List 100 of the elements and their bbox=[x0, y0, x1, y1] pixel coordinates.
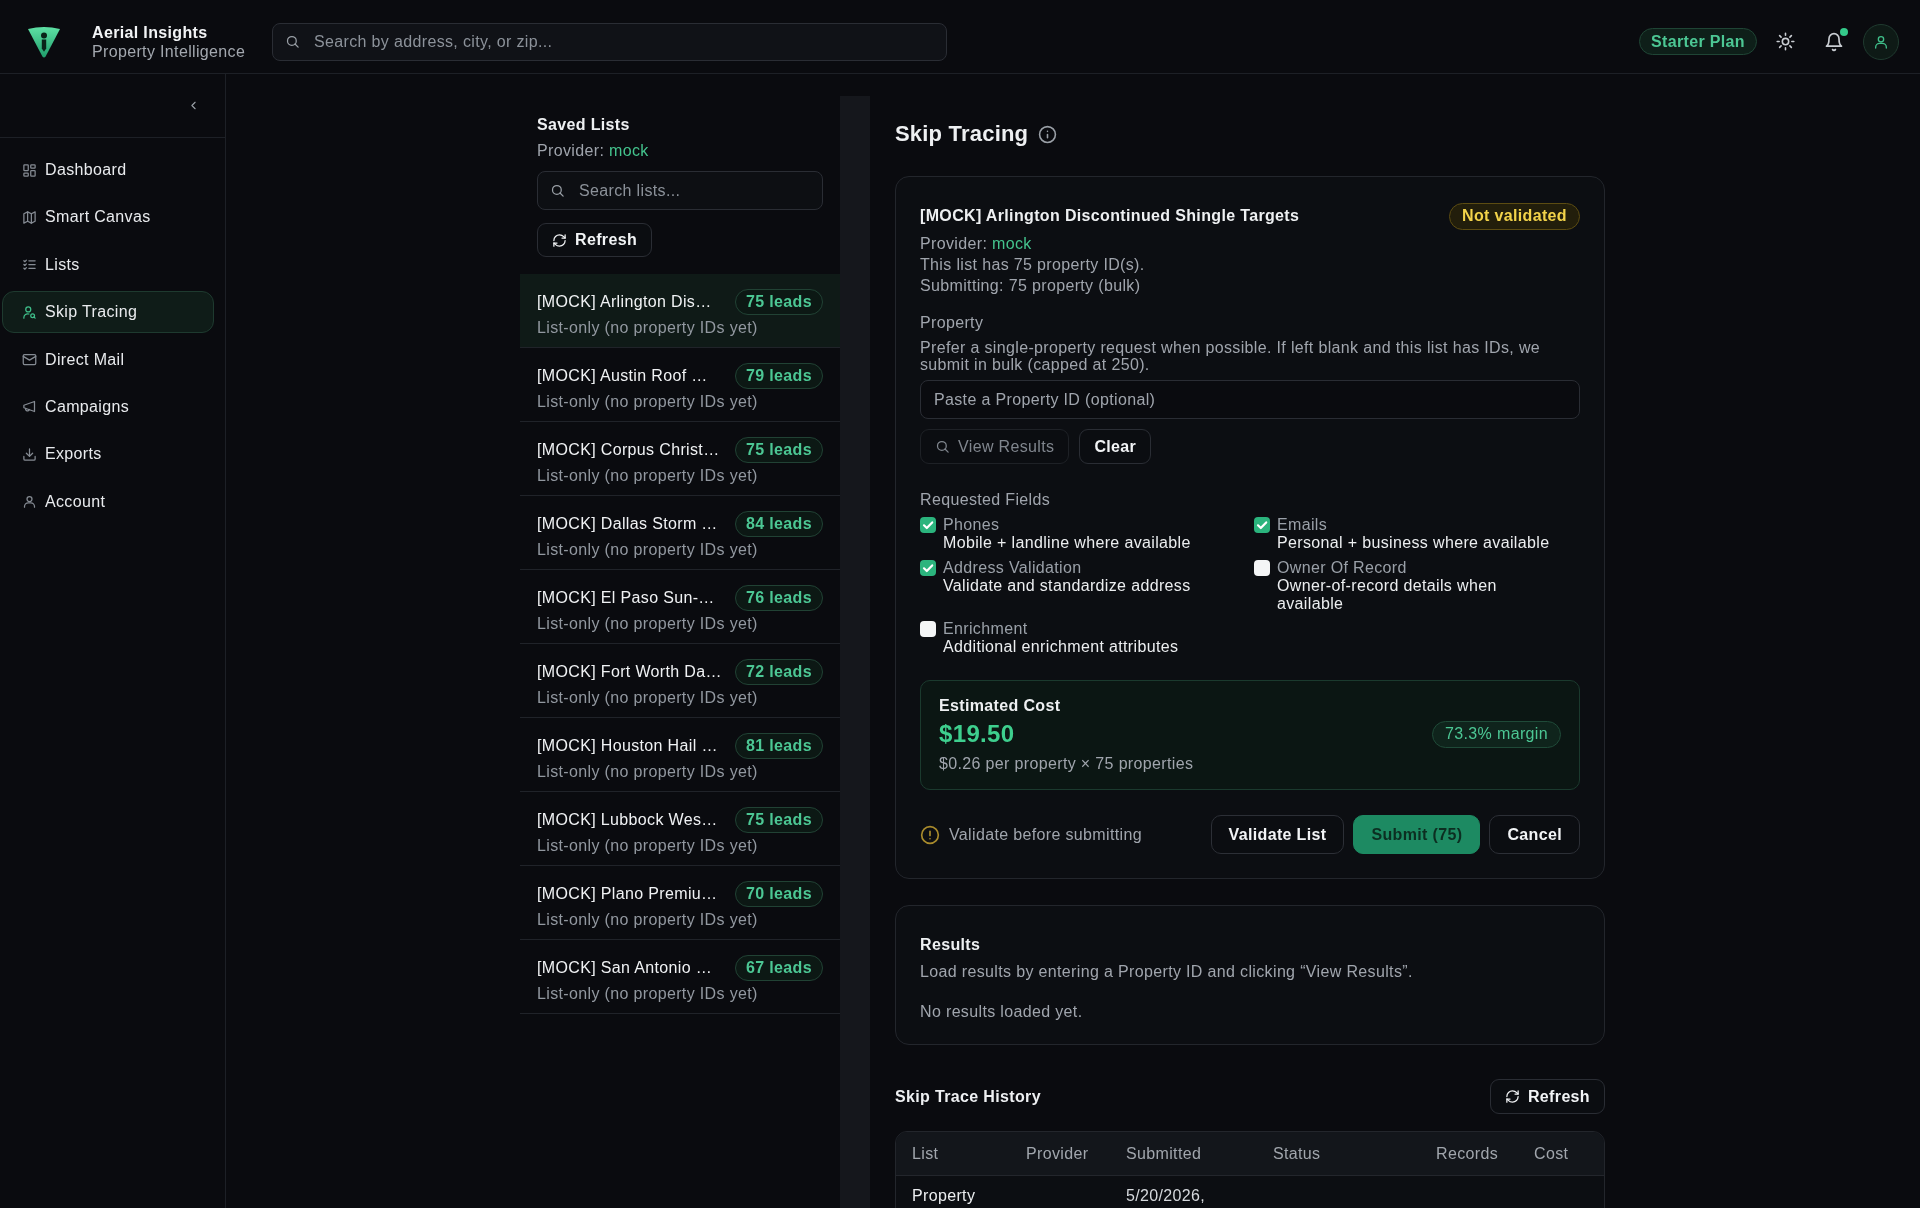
column-header: Records bbox=[1436, 1144, 1499, 1163]
list-name: [MOCK] El Paso Sun-… bbox=[537, 589, 715, 607]
warning-icon bbox=[920, 824, 940, 845]
detail-text: Submitting: 75 property (bulk) bbox=[920, 276, 1142, 296]
list-name: [MOCK] Austin Roof … bbox=[537, 367, 708, 385]
list-item[interactable]: [MOCK] Houston Hail … 81 leads List-only (no property IDs yet) bbox=[520, 718, 840, 792]
cost-amount: $19.50 bbox=[939, 719, 1015, 749]
search-icon bbox=[285, 34, 300, 49]
option-description: Mobile + landline where available bbox=[943, 534, 1191, 552]
list-item[interactable]: [MOCK] Lubbock Wes… 75 leads List-only (no property IDs yet) bbox=[520, 792, 840, 866]
text-button[interactable]: Clear bbox=[1079, 429, 1152, 464]
search-icon bbox=[550, 183, 565, 198]
info-icon[interactable] bbox=[1038, 124, 1058, 144]
app-name: Aerial Insights bbox=[92, 22, 208, 42]
map-icon bbox=[22, 209, 37, 225]
list-note: List-only (no property IDs yet) bbox=[537, 985, 759, 1003]
nav-item[interactable]: Direct Mail bbox=[2, 338, 214, 381]
column-header: Cost bbox=[1534, 1144, 1569, 1163]
refresh-button[interactable]: Refresh bbox=[1489, 1079, 1605, 1114]
list-name: [MOCK] Corpus Christ… bbox=[537, 441, 720, 459]
checkbox[interactable] bbox=[1254, 560, 1270, 576]
search-field[interactable]: Search by address, city, or zip... bbox=[272, 22, 947, 61]
list-note: List-only (no property IDs yet) bbox=[537, 467, 759, 485]
nav-item[interactable]: Smart Canvas bbox=[2, 196, 214, 239]
list-name: [MOCK] Fort Worth Da… bbox=[537, 663, 722, 681]
card-title: Results bbox=[920, 935, 982, 955]
checkbox[interactable] bbox=[920, 517, 936, 533]
status-badge: Not validated bbox=[1449, 202, 1580, 230]
option-description: Personal + business where available bbox=[1277, 534, 1550, 552]
sun-icon[interactable] bbox=[1776, 32, 1795, 51]
option-label: Phones bbox=[943, 516, 1000, 534]
download-icon bbox=[22, 446, 37, 462]
table-cell: 5/20/2026, bbox=[1126, 1188, 1206, 1204]
bell-icon[interactable] bbox=[1824, 31, 1844, 52]
option-label: Emails bbox=[1277, 516, 1328, 534]
leads-badge: 79 leads bbox=[735, 363, 823, 389]
list-note: List-only (no property IDs yet) bbox=[537, 763, 759, 781]
column-header: Status bbox=[1273, 1144, 1321, 1163]
option-label: Owner Of Record bbox=[1277, 559, 1407, 577]
column-header: List bbox=[912, 1144, 939, 1163]
property-id-field[interactable]: Paste a Property ID (optional) bbox=[920, 380, 1580, 419]
leads-badge: 81 leads bbox=[735, 733, 823, 759]
list-item[interactable]: [MOCK] El Paso Sun-… 76 leads List-only (no property IDs yet) bbox=[520, 570, 840, 644]
list-name: [MOCK] Dallas Storm … bbox=[537, 515, 718, 533]
table-cell: Property bbox=[912, 1188, 976, 1204]
avatar-button[interactable] bbox=[1863, 23, 1899, 60]
list-name: [MOCK] Lubbock Wes… bbox=[537, 811, 718, 829]
search-icon bbox=[935, 439, 950, 454]
page-title: Skip Tracing bbox=[895, 120, 1029, 148]
list-name: [MOCK] Arlington Dis… bbox=[537, 293, 712, 311]
leads-badge: 76 leads bbox=[735, 585, 823, 611]
nav-item[interactable]: Dashboard bbox=[2, 149, 214, 191]
mail-icon bbox=[22, 352, 37, 368]
leads-badge: 70 leads bbox=[735, 881, 823, 907]
margin-badge: 73.3% margin bbox=[1432, 720, 1561, 748]
section-title: Skip Trace History bbox=[895, 1087, 1041, 1106]
list-item[interactable]: [MOCK] Fort Worth Da… 72 leads List-only (no property IDs yet) bbox=[520, 644, 840, 718]
section-label: Requested Fields bbox=[920, 490, 1052, 510]
column-header: Provider bbox=[1026, 1144, 1089, 1163]
nav-item[interactable]: Campaigns bbox=[2, 385, 214, 428]
nav-item[interactable]: Exports bbox=[2, 433, 214, 476]
logo-icon bbox=[27, 25, 61, 58]
cost-detail: $0.26 per property × 75 properties bbox=[939, 754, 1195, 774]
checkbox[interactable] bbox=[920, 560, 936, 576]
leads-badge: 84 leads bbox=[735, 511, 823, 537]
list-name: [MOCK] Houston Hail … bbox=[537, 737, 718, 755]
list-item[interactable]: [MOCK] Austin Roof … 79 leads List-only (no property IDs yet) bbox=[520, 348, 840, 422]
list-item[interactable]: [MOCK] Corpus Christ… 75 leads List-only (no property IDs yet) bbox=[520, 422, 840, 496]
hint-text: Load results by entering a Property ID and clicking “View Results”. bbox=[920, 962, 1414, 982]
list-note: List-only (no property IDs yet) bbox=[537, 541, 759, 559]
search-field[interactable]: Search lists... bbox=[537, 171, 823, 210]
checklist-icon bbox=[22, 257, 37, 273]
action-button[interactable]: Validate List bbox=[1210, 815, 1345, 854]
list-item[interactable]: [MOCK] Dallas Storm … 84 leads List-only (no property IDs yet) bbox=[520, 496, 840, 570]
panel-title: Saved Lists bbox=[537, 116, 631, 134]
user-icon bbox=[1873, 33, 1889, 50]
app-tagline: Property Intelligence bbox=[92, 41, 246, 61]
leads-badge: 75 leads bbox=[735, 437, 823, 463]
option-description: Validate and standardize address bbox=[943, 577, 1191, 595]
plan-badge: Starter Plan bbox=[1639, 28, 1757, 55]
list-item[interactable]: [MOCK] Arlington Dis… 75 leads List-only (no property IDs yet) bbox=[520, 274, 840, 348]
megaphone-icon bbox=[22, 399, 37, 415]
leads-badge: 72 leads bbox=[735, 659, 823, 685]
checkbox[interactable] bbox=[1254, 517, 1270, 533]
field-label: Property bbox=[920, 313, 985, 333]
checkbox[interactable] bbox=[920, 621, 936, 637]
list-item[interactable]: [MOCK] Plano Premiu… 70 leads List-only (no property IDs yet) bbox=[520, 866, 840, 940]
action-button[interactable]: Cancel bbox=[1489, 815, 1580, 854]
list-item[interactable]: [MOCK] San Antonio … 67 leads List-only (no property IDs yet) bbox=[520, 940, 840, 1014]
nav-item[interactable]: Lists bbox=[2, 243, 214, 286]
list-note: List-only (no property IDs yet) bbox=[537, 319, 759, 337]
leads-badge: 75 leads bbox=[735, 807, 823, 833]
cost-label: Estimated Cost bbox=[939, 696, 1062, 716]
nav-item[interactable]: Account bbox=[2, 480, 214, 523]
list-name: [MOCK] Plano Premiu… bbox=[537, 885, 718, 903]
list-note: List-only (no property IDs yet) bbox=[537, 689, 759, 707]
nav-item[interactable]: Skip Tracing bbox=[2, 291, 214, 334]
refresh-button[interactable]: Refresh bbox=[537, 223, 653, 257]
grid-icon bbox=[22, 162, 37, 178]
refresh-icon bbox=[1504, 1089, 1520, 1104]
